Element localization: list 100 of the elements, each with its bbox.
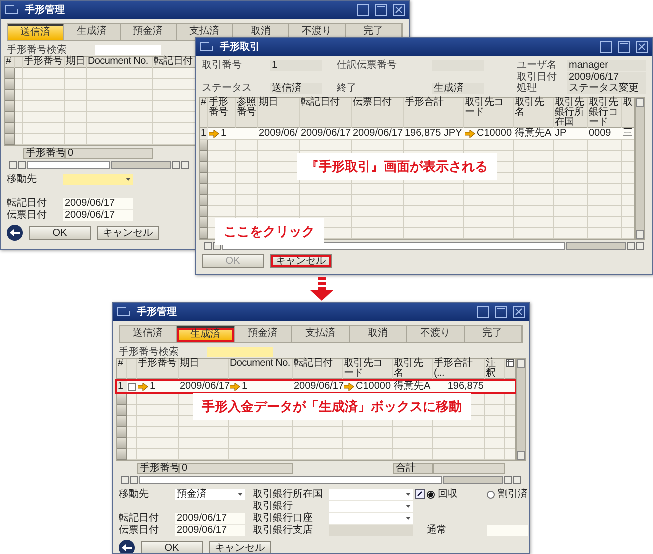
dropdown[interactable]: 預金済 <box>175 489 245 500</box>
minimize-button[interactable] <box>357 4 369 16</box>
close-button[interactable] <box>636 41 648 53</box>
row-header[interactable] <box>200 206 208 217</box>
minimize-button[interactable] <box>477 306 489 318</box>
close-button[interactable] <box>393 4 405 16</box>
window-title: 手形取引 <box>220 42 261 52</box>
row-header[interactable] <box>5 134 15 145</box>
link-arrow-icon[interactable] <box>209 130 219 138</box>
tab[interactable]: 支払済 <box>292 326 350 342</box>
tab[interactable]: 生成済 <box>64 24 121 40</box>
footer-label: 手形番号 <box>137 463 179 474</box>
row-header[interactable] <box>117 405 127 416</box>
row-header[interactable] <box>200 140 208 151</box>
table-cell-text: 0009 <box>588 128 612 139</box>
close-button[interactable] <box>513 306 525 318</box>
table-cell: 2009/06/17 <box>293 381 343 392</box>
table-cell: 1 <box>242 382 248 392</box>
row-header[interactable] <box>5 112 15 123</box>
horizontal-scrollbar[interactable] <box>121 476 521 484</box>
table-cell-text: 196,875 <box>446 381 485 392</box>
value-field: 生成済 <box>432 83 484 94</box>
link-arrow-icon[interactable] <box>230 382 240 390</box>
table-row[interactable]: 1 1 2009/06/ 2009/06/17 2009/06/17 196,875 JPY C10000 得意先A JP 0009 三 <box>200 128 634 140</box>
tab[interactable]: 預金済 <box>120 24 177 40</box>
row-header[interactable] <box>200 162 208 173</box>
cancel-button[interactable]: キャンセル <box>270 254 332 268</box>
caret-icon[interactable] <box>406 505 411 508</box>
caret-icon[interactable] <box>406 493 411 496</box>
date-field[interactable]: 2009/06/17 <box>63 210 133 221</box>
search-field[interactable] <box>95 45 161 55</box>
row-header[interactable] <box>117 438 127 449</box>
checkbox[interactable] <box>128 382 136 390</box>
caret-icon[interactable] <box>406 517 411 520</box>
date-field[interactable]: 2009/06/17 <box>175 513 245 524</box>
row-header[interactable] <box>5 79 15 90</box>
input-field[interactable] <box>487 525 528 536</box>
horizontal-scrollbar[interactable] <box>9 161 189 169</box>
tab[interactable]: 取消 <box>350 326 408 342</box>
vertical-scrollbar[interactable] <box>635 97 645 240</box>
edit-icon[interactable] <box>415 489 425 499</box>
link-arrow-icon[interactable] <box>138 382 148 390</box>
field-label: 手形番号検索 <box>119 346 180 358</box>
back-icon[interactable] <box>119 540 135 553</box>
link-arrow-icon[interactable] <box>344 382 354 390</box>
vertical-scrollbar[interactable] <box>516 358 526 461</box>
column-header: 転記日付 <box>153 57 194 68</box>
column-header: 取引先名 <box>514 98 546 120</box>
row-header[interactable] <box>5 123 15 134</box>
row-header[interactable] <box>5 68 15 79</box>
table-icon[interactable] <box>506 359 514 367</box>
row-header[interactable] <box>200 173 208 184</box>
row-header[interactable] <box>200 151 208 162</box>
column-header: 期日 <box>179 359 200 371</box>
back-icon[interactable] <box>7 225 23 241</box>
ok-button[interactable]: OK <box>29 226 91 240</box>
tab[interactable]: 送信済 <box>8 24 64 40</box>
row-header[interactable] <box>117 449 127 460</box>
column-header: 手形合計 (... <box>433 359 474 379</box>
column-header: 期日 <box>258 98 280 110</box>
minimize-button[interactable] <box>600 41 612 53</box>
tab[interactable]: 預金済 <box>234 326 292 342</box>
caret-icon[interactable] <box>126 178 131 181</box>
tab[interactable]: 完了 <box>464 326 522 342</box>
date-field[interactable]: 2009/06/17 <box>63 198 133 209</box>
radio-button[interactable]: 回収 <box>427 489 487 500</box>
column-header: 取 <box>622 98 634 110</box>
value-field: 2009/06/17 <box>567 72 646 82</box>
window-icon <box>200 42 214 52</box>
search-field[interactable] <box>207 347 273 357</box>
radio-button[interactable]: 割引済 <box>487 489 528 500</box>
column-header: # <box>200 98 208 110</box>
tab[interactable]: 生成済 <box>177 326 235 342</box>
row-header[interactable] <box>117 394 127 405</box>
caret-icon[interactable] <box>238 493 243 496</box>
footer-label: 手形番号 <box>23 148 65 159</box>
link-arrow-icon[interactable] <box>465 130 475 138</box>
table-row[interactable]: 1 1 2009/06/17 1 2009/06/17 C10000 得意先A 196,875 <box>115 379 517 394</box>
row-header[interactable] <box>200 184 208 195</box>
row-header[interactable] <box>200 217 208 228</box>
field-label: 終了 <box>337 83 358 94</box>
field-label: 仕訳伝票番号 <box>337 60 398 71</box>
row-header[interactable] <box>117 427 127 438</box>
cancel-button[interactable]: キャンセル <box>209 541 271 553</box>
maximize-button[interactable] <box>618 41 630 53</box>
row-header[interactable] <box>200 228 208 239</box>
row-header[interactable] <box>5 101 15 112</box>
ok-button[interactable]: OK <box>141 541 203 553</box>
row-number: 1 <box>200 128 208 139</box>
column-header: 取引先コード <box>464 98 505 120</box>
date-field[interactable]: 2009/06/17 <box>175 525 245 536</box>
row-header[interactable] <box>5 90 15 101</box>
row-header[interactable] <box>117 416 127 427</box>
maximize-button[interactable] <box>495 306 507 318</box>
cancel-button[interactable]: キャンセル <box>97 226 159 240</box>
tab[interactable]: 不渡り <box>407 326 465 342</box>
maximize-button[interactable] <box>375 4 387 16</box>
column-header: 手形番号 <box>137 359 178 371</box>
row-header[interactable] <box>200 195 208 206</box>
column-header: 参照番号 <box>236 98 258 120</box>
